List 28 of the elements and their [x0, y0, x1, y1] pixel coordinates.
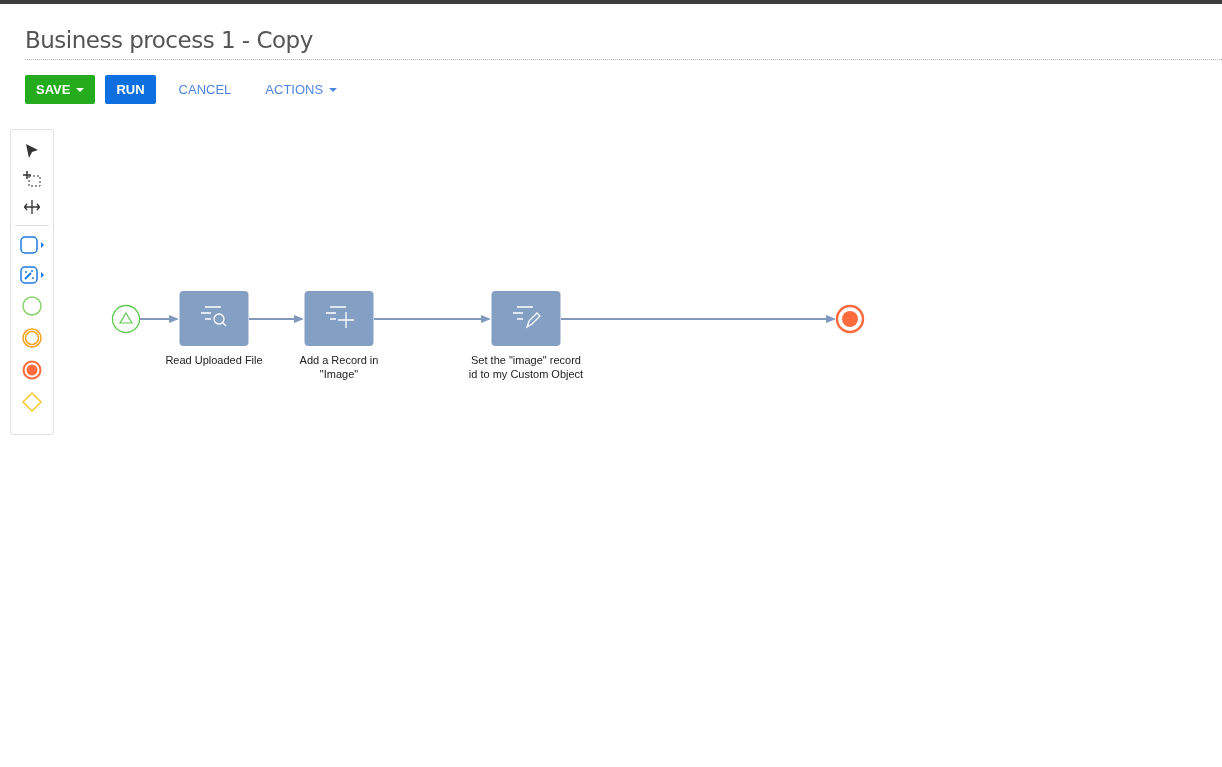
toolbar-button[interactable]: RUN — [105, 75, 156, 104]
resize-icon[interactable] — [24, 199, 40, 215]
connector-arrow[interactable] — [373, 315, 491, 323]
start-event-icon[interactable] — [22, 296, 42, 316]
script-task-icon[interactable] — [20, 266, 44, 284]
task-label: Read Uploaded File — [164, 353, 264, 367]
connector-arrow[interactable] — [248, 315, 304, 323]
page-title: Business process 1 - Copy — [25, 26, 314, 55]
task-label: Add a Record in "Image" — [298, 353, 380, 381]
end-event-icon[interactable] — [22, 360, 42, 380]
gateway-icon[interactable] — [22, 392, 42, 412]
start-event[interactable] — [111, 304, 141, 334]
intermediate-event-icon[interactable] — [22, 328, 42, 348]
task-shape-icon[interactable] — [20, 236, 44, 254]
caret-icon — [76, 87, 85, 92]
connector-arrow[interactable] — [560, 315, 836, 323]
toolbar-button[interactable]: SAVE — [25, 75, 96, 104]
pointer-icon[interactable] — [25, 144, 39, 159]
end-event[interactable] — [835, 304, 865, 334]
selection-icon[interactable] — [23, 171, 41, 187]
task-node[interactable] — [304, 291, 374, 346]
caret-icon — [329, 87, 338, 92]
toolbar-button[interactable]: ACTIONS — [254, 75, 349, 104]
connector-arrow[interactable] — [139, 315, 179, 323]
task-node[interactable] — [491, 291, 561, 346]
task-node[interactable] — [179, 291, 249, 346]
task-label: Set the "image" record id to my Custom Object — [467, 353, 585, 381]
toolbar-button[interactable]: CANCEL — [167, 75, 243, 104]
